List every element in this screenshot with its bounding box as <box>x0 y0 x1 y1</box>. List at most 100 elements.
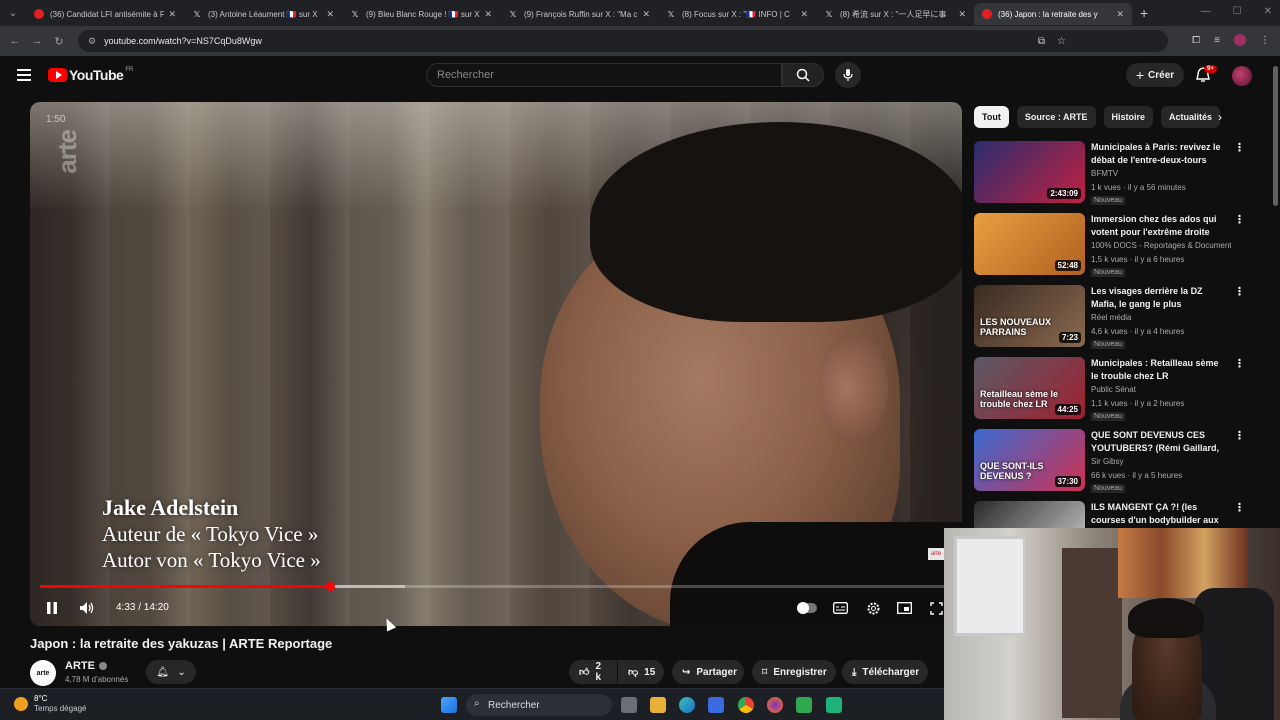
minimize-icon[interactable]: — <box>1201 6 1211 17</box>
recommendation-channel[interactable]: Réel média <box>1091 313 1231 322</box>
recommendation-title[interactable]: Les visages derrière la DZ Mafia, le gan… <box>1091 285 1227 311</box>
recommendation-thumbnail[interactable]: 2:43:09 <box>974 141 1085 203</box>
bookmark-star-icon[interactable]: ☆ <box>1057 36 1066 47</box>
media-icon[interactable]: ≡ <box>1214 35 1220 46</box>
maximize-icon[interactable]: ☐ <box>1233 6 1242 17</box>
more-options-icon[interactable]: ⋮ <box>1234 141 1245 154</box>
recommendation-channel[interactable]: Sir Gibsy <box>1091 457 1231 466</box>
dislike-button[interactable]: 👎︎ 15 <box>618 660 664 684</box>
filter-chip[interactable]: Actualités <box>1161 106 1221 128</box>
recommendation-thumbnail[interactable]: Retailleau sème le trouble chez LR 44:25 <box>974 357 1085 419</box>
more-options-icon[interactable]: ⋮ <box>1234 429 1245 442</box>
tab-close-icon[interactable]: ✕ <box>326 9 334 20</box>
cast-icon[interactable]: ⧉ <box>1038 36 1045 47</box>
create-button[interactable]: + Créer <box>1126 63 1184 87</box>
recommendation-title[interactable]: Municipales à Paris: revivez le débat de… <box>1091 141 1227 167</box>
progress-bar[interactable] <box>40 582 952 591</box>
like-button[interactable]: 👍︎ 2 k <box>569 660 617 684</box>
settings-button[interactable] <box>864 596 882 620</box>
taskbar-search[interactable]: ⌕ Rechercher <box>466 694 612 716</box>
scrubber-handle[interactable] <box>326 582 336 591</box>
more-options-icon[interactable]: ⋮ <box>1234 357 1245 370</box>
scrollbar-thumb[interactable] <box>1273 66 1278 206</box>
channel-name-row[interactable]: ARTE <box>65 660 107 672</box>
recommendation-channel[interactable]: BFMTV <box>1091 169 1231 178</box>
task-view-icon[interactable] <box>621 697 637 713</box>
subtitles-button[interactable] <box>832 596 848 620</box>
forward-icon[interactable]: → <box>26 35 48 47</box>
recommendation-thumbnail[interactable]: IMPOSSIBLE DE MANGER <box>974 501 1085 529</box>
recommendation-title[interactable]: Immersion chez des ados qui votent pour … <box>1091 213 1227 239</box>
tab-close-icon[interactable]: ✕ <box>642 9 650 20</box>
channel-name[interactable]: ARTE <box>65 660 95 672</box>
more-options-icon[interactable]: ⋮ <box>1234 285 1245 298</box>
recommendation-channel[interactable]: Public Sénat <box>1091 385 1231 394</box>
edge-icon[interactable] <box>679 697 695 713</box>
youtube-logo[interactable]: YouTube FR <box>48 67 133 83</box>
recommendation-channel[interactable]: 100% DOCS - Reportages & Documentair... <box>1091 241 1231 250</box>
back-icon[interactable]: ← <box>4 35 26 47</box>
close-window-icon[interactable]: ✕ <box>1264 6 1272 17</box>
browser-tab[interactable]: (36) Candidat LFI antisémite à F ✕ <box>26 3 184 25</box>
chrome-icon[interactable] <box>738 697 754 713</box>
site-info-icon[interactable]: ⚙ <box>88 36 96 47</box>
recommendation-title[interactable]: QUE SONT DEVENUS CES YOUTUBERS? (Rémi Ga… <box>1091 429 1227 455</box>
profile-avatar[interactable] <box>1234 34 1246 46</box>
app-icon-teal[interactable] <box>826 697 842 713</box>
browser-tab[interactable]: 𝕏 (9) Bleu Blanc Rouge ! 🇫🇷 sur X ✕ <box>342 3 500 25</box>
recommendation-item[interactable]: 52:48 Immersion chez des ados qui votent … <box>974 213 1245 279</box>
more-options-icon[interactable]: ⋮ <box>1234 501 1244 514</box>
browser-tab[interactable]: 𝕏 (8) 希流 sur X : "一人足早に事 ✕ <box>816 3 974 25</box>
weather-widget[interactable]: 8°C Temps dégagé <box>14 694 86 714</box>
new-tab-button[interactable]: + <box>1140 5 1148 21</box>
tab-close-icon[interactable]: ✕ <box>168 9 176 20</box>
menu-icon[interactable] <box>17 69 31 84</box>
recommendation-item[interactable]: 2:43:09 Municipales à Paris: revivez le d… <box>974 141 1245 207</box>
more-options-icon[interactable]: ⋮ <box>1234 213 1245 226</box>
share-button[interactable]: ↪ Partager <box>672 660 744 684</box>
save-button[interactable]: ⌑ Enregistrer <box>752 660 836 684</box>
tab-close-icon[interactable]: ✕ <box>800 9 808 20</box>
tab-close-icon[interactable]: ✕ <box>484 9 492 20</box>
volume-button[interactable] <box>78 596 96 620</box>
url-bar[interactable]: ⚙ youtube.com/watch?v=NS7CqDu8Wgw ⧉ ☆ <box>78 30 1168 52</box>
extensions-icon[interactable]: ⧠ <box>1192 35 1200 46</box>
tab-search-chevron-icon[interactable]: ⌄ <box>0 0 26 26</box>
recommendation-title[interactable]: Municipales : Retailleau sème le trouble… <box>1091 357 1227 383</box>
windows-start-icon[interactable] <box>441 697 457 713</box>
pause-button[interactable] <box>44 596 60 620</box>
filter-chip[interactable]: Tout <box>974 106 1009 128</box>
file-explorer-icon[interactable] <box>650 697 666 713</box>
filter-chip[interactable]: Source : ARTE <box>1016 106 1096 128</box>
download-button[interactable]: ⤓ Télécharger <box>842 660 928 684</box>
recommendation-item[interactable]: IMPOSSIBLE DE MANGERILS MANGENT ÇA ?! (l… <box>974 501 1244 529</box>
browser-tab[interactable]: 𝕏 (8) Focus sur X : "🇫🇷 INFO | C ✕ <box>658 3 816 25</box>
tab-close-icon[interactable]: ✕ <box>958 9 966 20</box>
recommendation-item[interactable]: QUE SONT-ILS DEVENUS ? 37:30 QUE SONT DEVE… <box>974 429 1245 495</box>
fullscreen-button[interactable] <box>928 596 944 620</box>
recommendation-thumbnail[interactable]: 52:48 <box>974 213 1085 275</box>
store-icon[interactable] <box>708 697 724 713</box>
browser-tab[interactable]: 𝕏 (9) François Ruffin sur X : "Ma c ✕ <box>500 3 658 25</box>
autoplay-toggle[interactable] <box>796 596 818 620</box>
recommendation-thumbnail[interactable]: QUE SONT-ILS DEVENUS ? 37:30 <box>974 429 1085 491</box>
chevron-right-icon[interactable]: › <box>1218 110 1222 124</box>
video-player[interactable]: 1:50 arte Jake Adelstein Auteur de « Tok… <box>30 102 962 626</box>
account-avatar[interactable] <box>1232 66 1252 86</box>
browser-tab[interactable]: (36) Japon : la retraite des y ✕ <box>974 3 1132 25</box>
miniplayer-button[interactable] <box>896 596 912 620</box>
voice-search-button[interactable] <box>835 62 861 88</box>
recommendation-item[interactable]: LES NOUVEAUX PARRAINS 7:23 Les visages der… <box>974 285 1245 351</box>
channel-avatar[interactable]: arte <box>30 660 56 686</box>
recommendation-title[interactable]: ILS MANGENT ÇA ?! (les courses d'un body… <box>1091 501 1227 527</box>
subscription-bell-button[interactable]: 🔔︎ ⌄ <box>146 660 196 684</box>
recommendation-thumbnail[interactable]: LES NOUVEAUX PARRAINS 7:23 <box>974 285 1085 347</box>
search-button[interactable] <box>782 63 824 87</box>
tab-close-icon[interactable]: ✕ <box>1116 9 1124 20</box>
reload-icon[interactable]: ↻ <box>48 35 70 48</box>
page-scrollbar[interactable] <box>1272 56 1280 528</box>
filter-chip[interactable]: Histoire <box>1103 106 1154 128</box>
app-icon-green[interactable] <box>796 697 812 713</box>
browser-menu-icon[interactable]: ⋮ <box>1260 35 1270 46</box>
browser-tab[interactable]: 𝕏 (3) Antoine Léaument 🇫🇷 sur X ✕ <box>184 3 342 25</box>
